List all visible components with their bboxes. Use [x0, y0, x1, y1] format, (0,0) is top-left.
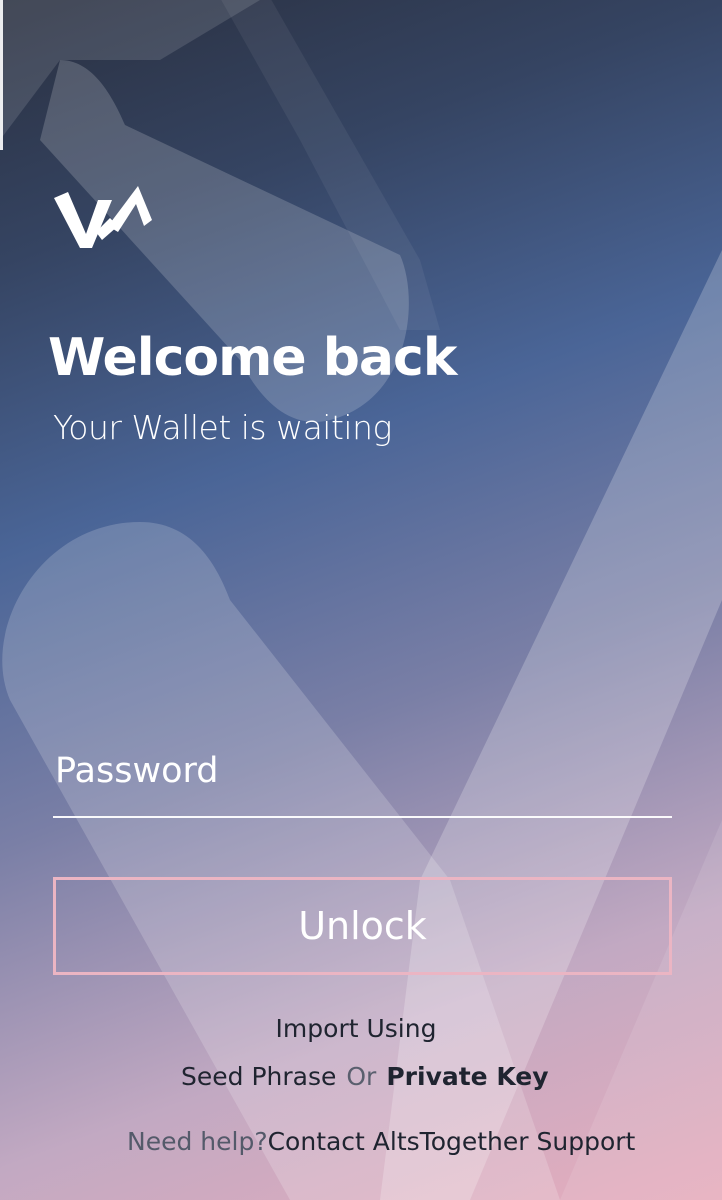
- password-input[interactable]: [53, 736, 672, 816]
- password-field: [53, 736, 672, 818]
- seed-phrase-link[interactable]: Seed Phrase: [181, 1062, 336, 1091]
- import-options: Seed Phrase Or Private Key: [181, 1062, 549, 1091]
- welcome-subtitle: Your Wallet is waiting: [53, 408, 392, 447]
- altstogether-logo-icon: [54, 186, 152, 248]
- or-separator: Or: [346, 1062, 377, 1091]
- import-label: Import Using: [275, 1014, 437, 1043]
- welcome-title: Welcome back: [48, 328, 457, 388]
- unlock-button[interactable]: Unlock: [53, 877, 672, 975]
- window-edge: [0, 0, 3, 150]
- contact-support-link[interactable]: Contact AltsTogether Support: [268, 1127, 636, 1156]
- help-line: Need help?Contact AltsTogether Support: [127, 1127, 635, 1156]
- private-key-link[interactable]: Private Key: [386, 1062, 548, 1091]
- help-question: Need help?: [127, 1127, 268, 1156]
